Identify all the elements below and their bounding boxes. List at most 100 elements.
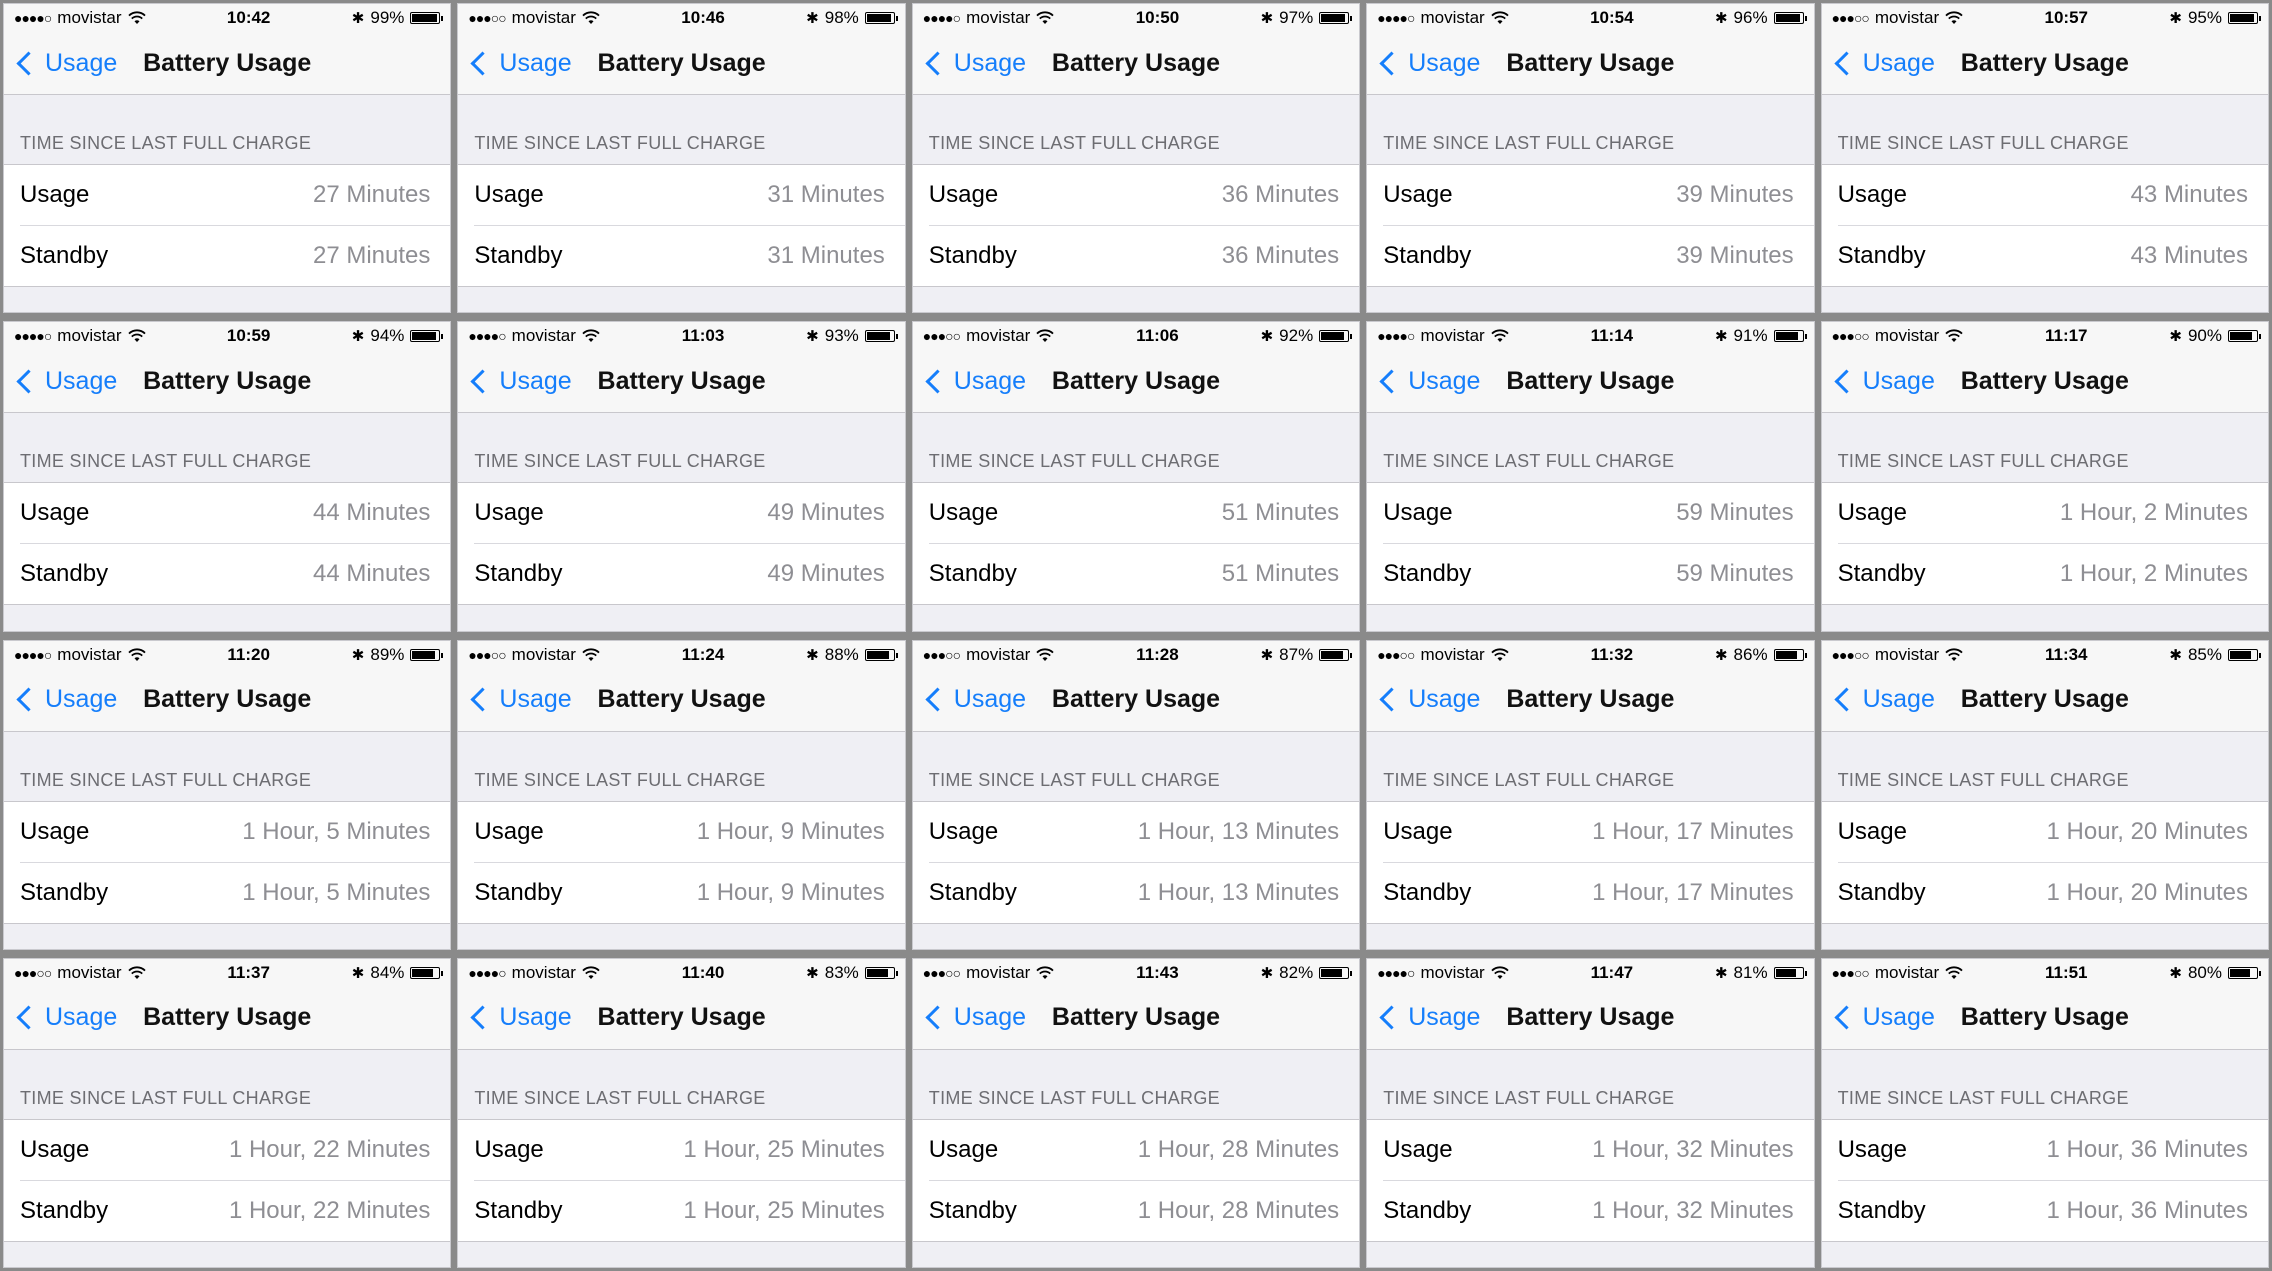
battery-usage-screen: ●●●○○ movistar 11:37 ✱ 84% Usage Battery… xyxy=(4,958,451,1267)
section-header: TIME SINCE LAST FULL CHARGE xyxy=(1837,451,2129,472)
battery-usage-screen: ●●●●○ movistar 11:40 ✱ 83% Usage Battery… xyxy=(458,958,905,1267)
standby-value: 1 Hour, 32 Minutes xyxy=(1592,1196,1794,1224)
back-button[interactable]: Usage xyxy=(14,685,117,714)
standby-value: 1 Hour, 13 Minutes xyxy=(1137,878,1340,906)
back-button-label: Usage xyxy=(1408,685,1481,713)
standby-value: 31 Minutes xyxy=(767,242,885,269)
navigation-bar: Usage Battery Usage xyxy=(1367,32,1814,95)
standby-label: Standby xyxy=(1837,1196,1926,1224)
battery-usage-screen: ●●●●○ movistar 10:54 ✱ 96% Usage Battery… xyxy=(1367,4,1814,313)
usage-label: Usage xyxy=(928,181,999,208)
battery-level-fill xyxy=(866,650,889,659)
status-time: 11:34 xyxy=(2044,644,2088,664)
section-header: TIME SINCE LAST FULL CHARGE xyxy=(1837,769,2129,790)
back-button-label: Usage xyxy=(45,1003,118,1032)
status-bar: ●●●○○ movistar 11:37 ✱ 84% xyxy=(4,958,451,987)
chevron-left-icon xyxy=(16,50,41,76)
standby-row: Standby 1 Hour, 9 Minutes xyxy=(474,861,905,923)
wifi-icon xyxy=(582,647,600,661)
chevron-left-icon xyxy=(1379,1005,1404,1030)
navigation-bar: Usage Battery Usage xyxy=(1821,668,2268,732)
signal-strength-icon: ●●●●○ xyxy=(14,328,52,345)
status-bar: ●●●●○ movistar 11:03 ✱ 93% xyxy=(458,322,905,351)
back-button[interactable]: Usage xyxy=(14,367,117,396)
standby-label: Standby xyxy=(928,560,1017,588)
back-button[interactable]: Usage xyxy=(1832,367,1935,396)
battery-usage-screen: ●●●●○ movistar 10:59 ✱ 94% Usage Battery… xyxy=(4,322,451,631)
back-button[interactable]: Usage xyxy=(468,49,572,78)
back-button-label: Usage xyxy=(499,366,572,395)
standby-value: 39 Minutes xyxy=(1676,242,1794,269)
signal-strength-icon: ●●●●○ xyxy=(1377,328,1415,345)
usage-label: Usage xyxy=(1383,499,1453,527)
back-button[interactable]: Usage xyxy=(923,367,1026,396)
battery-icon xyxy=(1773,330,1807,343)
standby-value: 51 Minutes xyxy=(1221,560,1340,588)
signal-strength-icon: ●●●●○ xyxy=(1377,10,1415,26)
section-header: TIME SINCE LAST FULL CHARGE xyxy=(928,1087,1220,1108)
usage-row: Usage 1 Hour, 13 Minutes xyxy=(913,802,1359,862)
standby-label: Standby xyxy=(20,1196,109,1224)
battery-usage-screen: ●●●●○ movistar 10:42 ✱ 99% Usage Battery… xyxy=(4,4,451,313)
signal-strength-icon: ●●●○○ xyxy=(1831,10,1870,26)
standby-value: 1 Hour, 5 Minutes xyxy=(242,878,431,906)
back-button[interactable]: Usage xyxy=(923,1003,1026,1032)
standby-value: 44 Minutes xyxy=(312,560,431,588)
navigation-bar: Usage Battery Usage xyxy=(1821,32,2268,95)
back-button[interactable]: Usage xyxy=(1377,49,1480,78)
standby-row: Standby 31 Minutes xyxy=(474,225,905,286)
section-header: TIME SINCE LAST FULL CHARGE xyxy=(474,1087,766,1108)
back-button[interactable]: Usage xyxy=(468,685,572,714)
carrier-name: movistar xyxy=(511,962,576,982)
standby-row: Standby 1 Hour, 28 Minutes xyxy=(928,1179,1360,1241)
carrier-name: movistar xyxy=(1874,8,1940,27)
usage-row: Usage 49 Minutes xyxy=(458,483,904,543)
usage-value: 1 Hour, 20 Minutes xyxy=(2046,817,2248,845)
standby-label: Standby xyxy=(474,560,563,588)
back-button-label: Usage xyxy=(1862,48,1935,77)
navigation-bar: Usage Battery Usage xyxy=(912,32,1360,95)
battery-level-fill xyxy=(866,14,892,22)
back-button[interactable]: Usage xyxy=(468,366,572,396)
usage-row: Usage 59 Minutes xyxy=(1367,483,1813,543)
wifi-icon xyxy=(1491,647,1509,661)
back-button[interactable]: Usage xyxy=(1832,1003,1935,1032)
standby-value: 1 Hour, 25 Minutes xyxy=(683,1196,885,1224)
battery-icon xyxy=(410,966,444,979)
back-button[interactable]: Usage xyxy=(468,1003,572,1032)
usage-table: Usage 59 Minutes Standby 59 Minutes xyxy=(1367,482,1814,606)
back-button[interactable]: Usage xyxy=(1832,685,1935,714)
back-button[interactable]: Usage xyxy=(1832,49,1935,78)
bluetooth-icon: ✱ xyxy=(806,10,819,27)
usage-label: Usage xyxy=(928,499,999,527)
chevron-left-icon xyxy=(16,1005,41,1030)
battery-icon xyxy=(1319,648,1353,661)
battery-percent: 84% xyxy=(370,962,405,982)
battery-icon xyxy=(864,12,898,24)
standby-value: 49 Minutes xyxy=(767,560,885,588)
battery-level-fill xyxy=(412,332,436,341)
back-button[interactable]: Usage xyxy=(923,685,1026,714)
battery-icon xyxy=(2227,330,2261,343)
battery-percent: 96% xyxy=(1733,8,1768,27)
wifi-icon xyxy=(1036,329,1054,343)
status-bar: ●●●○○ movistar 11:06 ✱ 92% xyxy=(912,322,1360,351)
status-bar: ●●●○○ movistar 10:57 ✱ 95% xyxy=(1821,4,2268,32)
usage-row: Usage 1 Hour, 28 Minutes xyxy=(913,1120,1359,1180)
back-button[interactable]: Usage xyxy=(1377,685,1480,714)
section-header: TIME SINCE LAST FULL CHARGE xyxy=(474,451,766,472)
carrier-name: movistar xyxy=(57,644,122,664)
wifi-icon xyxy=(127,329,146,343)
carrier-name: movistar xyxy=(1874,644,1940,664)
standby-label: Standby xyxy=(474,242,563,269)
battery-percent: 86% xyxy=(1733,644,1768,664)
back-button[interactable]: Usage xyxy=(14,1003,117,1032)
battery-usage-screen: ●●●○○ movistar 11:43 ✱ 82% Usage Battery… xyxy=(912,958,1360,1267)
standby-label: Standby xyxy=(1383,560,1472,588)
back-button[interactable]: Usage xyxy=(1377,367,1480,396)
battery-icon xyxy=(410,648,444,661)
back-button[interactable]: Usage xyxy=(14,49,117,78)
back-button[interactable]: Usage xyxy=(923,49,1026,78)
usage-table: Usage 1 Hour, 13 Minutes Standby 1 Hour,… xyxy=(912,800,1360,924)
back-button[interactable]: Usage xyxy=(1377,1003,1480,1032)
